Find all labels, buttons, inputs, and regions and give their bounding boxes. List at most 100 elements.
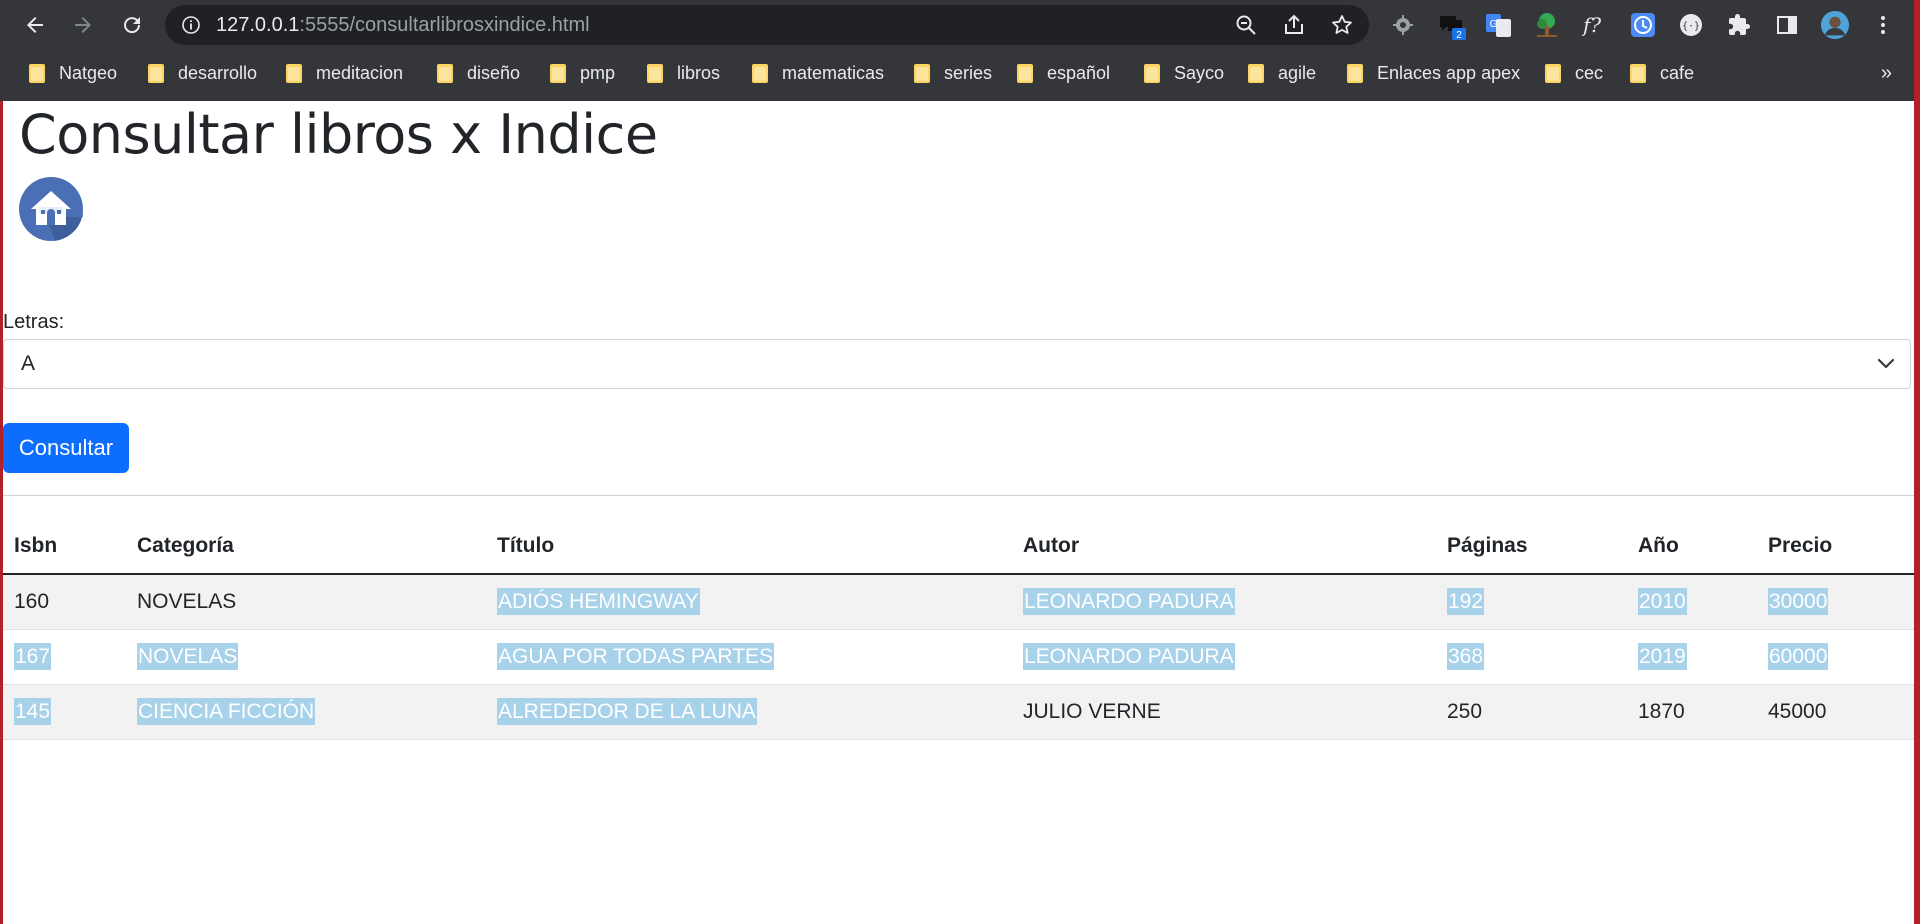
cell-text: 45000 [1768,700,1827,723]
cell-text: 60000 [1768,643,1829,670]
folder-icon [1017,63,1033,83]
folder-icon [550,63,566,83]
bookmark-label: español [1047,62,1111,83]
back-button[interactable] [19,9,51,41]
folder-icon [286,63,302,83]
side-panel-icon[interactable] [1772,10,1802,40]
zoom-icon[interactable] [1234,13,1258,37]
gear-extension-icon[interactable] [1388,10,1418,40]
bookmark-item[interactable]: matematicas [752,55,884,91]
cell-text: NOVELAS [137,590,237,613]
folder-icon [437,63,453,83]
puzzle-extensions-icon[interactable] [1724,10,1754,40]
cell-paginas: 368 [1436,629,1627,685]
cell-anio: 2010 [1627,574,1757,630]
bookmark-item[interactable]: agile [1248,55,1316,91]
bookmark-label: Natgeo [59,62,118,83]
code-extension-icon[interactable]: {·} [1676,10,1706,40]
bookmark-item[interactable]: pmp [550,55,615,91]
books-table: Isbn Categoría Título Autor Páginas Año … [3,519,1914,740]
column-header-paginas[interactable]: Páginas [1436,519,1627,575]
bookmark-item[interactable]: cec [1545,55,1603,91]
cell-titulo: AGUA POR TODAS PARTES [486,629,1012,685]
bookmark-label: diseño [467,62,521,83]
bookmark-item[interactable]: Natgeo [29,55,117,91]
cell-isbn: 160 [3,574,126,630]
home-icon[interactable] [19,177,83,241]
folder-icon [1630,63,1646,83]
cell-anio: 1870 [1627,684,1757,740]
cell-text: ADIÓS HEMINGWAY [497,588,700,615]
cell-autor: LEONARDO PADURA [1012,629,1436,685]
column-header-autor[interactable]: Autor [1012,519,1436,575]
star-icon[interactable] [1330,13,1354,37]
avatar-icon [1820,10,1850,40]
arrow-right-icon [75,17,91,33]
translate-extension-icon[interactable]: G [1484,10,1514,40]
bookmark-label: meditacion [316,62,404,83]
cell-paginas: 192 [1436,574,1627,630]
chat-extension-icon[interactable]: 2 [1436,10,1466,40]
bookmark-label: desarrollo [178,62,258,83]
kebab-menu-icon [1881,16,1885,34]
column-header-precio[interactable]: Precio [1757,519,1914,575]
shield-extension-icon[interactable] [1628,10,1658,40]
cell-text: LEONARDO PADURA [1023,588,1235,615]
bookmark-item[interactable]: desarrollo [148,55,257,91]
bookmark-item[interactable]: series [914,55,992,91]
table-row[interactable]: 167 NOVELAS AGUA POR TODAS PARTES LEONAR… [3,629,1914,685]
table-row[interactable]: 160 NOVELAS ADIÓS HEMINGWAY LEONARDO PAD… [3,574,1914,630]
bookmark-label: cec [1575,62,1604,83]
share-icon[interactable] [1282,13,1306,37]
address-bar[interactable]: 127.0.0.1:5555/consultarlibrosxindice.ht… [165,5,1369,45]
svg-text:{·}: {·} [1682,21,1700,32]
folder-icon [914,63,930,83]
cell-text: AGUA POR TODAS PARTES [497,643,775,670]
bookmark-label: agile [1278,62,1317,83]
cell-anio: 2019 [1627,629,1757,685]
extension-badge: 2 [1456,30,1462,40]
bookmark-label: libros [677,62,721,83]
cell-isbn: 145 [3,684,126,740]
forward-button[interactable] [67,9,99,41]
window-edge-right [1914,0,1920,924]
cell-text: LEONARDO PADURA [1023,643,1235,670]
letters-select[interactable]: A [3,339,1911,389]
bookmark-item[interactable]: Enlaces app apex [1347,55,1520,91]
bookmark-item[interactable]: libros [647,55,720,91]
bookmark-label: matematicas [782,62,885,83]
reload-button[interactable] [116,9,148,41]
cell-titulo: ALREDEDOR DE LA LUNA [486,684,1012,740]
column-header-isbn[interactable]: Isbn [3,519,126,575]
column-header-titulo[interactable]: Título [486,519,1012,575]
column-header-anio[interactable]: Año [1627,519,1757,575]
profile-avatar[interactable] [1820,10,1850,40]
bookmark-item[interactable]: meditacion [286,55,403,91]
cell-text: 145 [14,698,52,725]
tree-extension-icon[interactable] [1532,10,1562,40]
cell-text: 30000 [1768,588,1829,615]
folder-icon [647,63,663,83]
cell-autor: LEONARDO PADURA [1012,574,1436,630]
bookmark-label: cafe [1660,62,1695,83]
folder-icon [1545,63,1561,83]
info-icon[interactable] [181,15,201,35]
cell-text: CIENCIA FICCIÓN [137,698,316,725]
browser-chrome: 127.0.0.1:5555/consultarlibrosxindice.ht… [0,0,1920,101]
bookmark-item[interactable]: diseño [437,55,520,91]
bookmark-item[interactable]: Sayco [1144,55,1224,91]
bookmark-item[interactable]: español [1017,55,1110,91]
formula-extension-icon[interactable]: f? [1580,10,1610,40]
column-header-categoria[interactable]: Categoría [126,519,486,575]
bookmarks-overflow-button[interactable]: » [1881,55,1892,91]
table-row[interactable]: 145 CIENCIA FICCIÓN ALREDEDOR DE LA LUNA… [3,684,1914,740]
consultar-button[interactable]: Consultar [3,423,129,473]
bookmark-item[interactable]: cafe [1630,55,1694,91]
arrow-left-icon [27,17,43,33]
cell-text: ALREDEDOR DE LA LUNA [497,698,757,725]
bookmark-label: pmp [580,62,616,83]
url-text[interactable]: 127.0.0.1:5555/consultarlibrosxindice.ht… [216,5,590,45]
bookmarks-bar: Natgeo desarrollo meditacion diseño pmp libro… [0,55,1920,91]
menu-button[interactable] [1868,10,1898,40]
folder-icon [752,63,768,83]
